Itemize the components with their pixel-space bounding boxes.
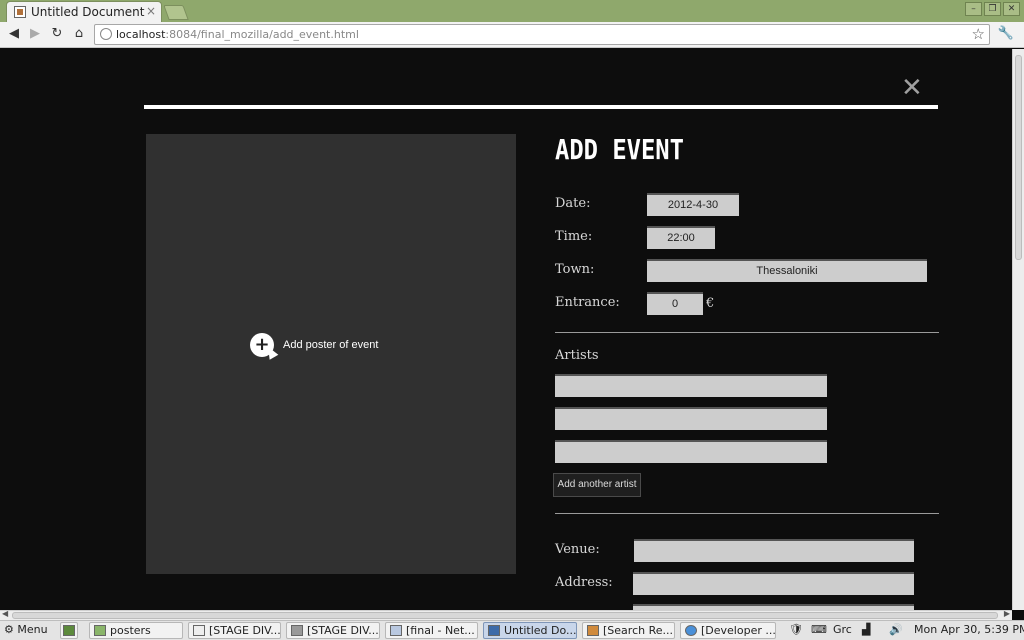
window-close-icon[interactable]: ✕ — [1003, 2, 1020, 16]
page-viewport: ✕ + Add poster of event ADD EVENT Date: … — [0, 49, 1012, 610]
poster-upload-area[interactable]: + Add poster of event — [146, 134, 516, 574]
close-dialog-icon[interactable]: ✕ — [901, 75, 923, 101]
artist-field-3[interactable] — [555, 440, 827, 463]
taskbar-item[interactable]: [final - Net... — [385, 622, 478, 639]
new-tab-button[interactable] — [163, 5, 189, 20]
taskbar-item[interactable]: posters — [89, 622, 183, 639]
volume-icon[interactable]: 🔊 — [889, 623, 903, 636]
page-favicon-icon — [14, 6, 26, 18]
currency-symbol: € — [706, 296, 715, 311]
desktop-taskbar: ⚙ Menu posters [STAGE DIV... [STAGE DIV.… — [0, 620, 1024, 640]
taskbar-item[interactable]: [STAGE DIV... — [286, 622, 380, 639]
window-controls: – ❐ ✕ — [965, 2, 1020, 16]
artists-label: Artists — [555, 348, 599, 363]
home-icon[interactable]: ⌂ — [71, 26, 87, 42]
address-field[interactable] — [633, 572, 914, 595]
restore-icon[interactable]: ❐ — [984, 2, 1001, 16]
taskbar-item[interactable]: [STAGE DIV... — [188, 622, 281, 639]
url-text[interactable]: localhost:8084/final_mozilla/add_event.h… — [116, 28, 359, 41]
vertical-scrollbar[interactable] — [1012, 49, 1024, 610]
tab-close-icon[interactable]: × — [146, 4, 156, 18]
venue-label: Venue: — [555, 542, 600, 557]
taskbar-item[interactable]: [Developer ... — [680, 622, 776, 639]
back-arrow-icon[interactable]: ◀ — [6, 26, 22, 42]
keyboard-layout[interactable]: Grc — [833, 623, 852, 636]
wrench-icon[interactable]: 🔧 — [998, 26, 1014, 41]
search-app-icon — [587, 625, 599, 636]
start-menu-button[interactable]: ⚙ Menu — [4, 623, 48, 636]
town-field[interactable]: Thessaloniki — [647, 259, 927, 282]
add-another-artist-button[interactable]: Add another artist — [553, 473, 641, 497]
clock[interactable]: Mon Apr 30, 5:39 PM — [914, 623, 1024, 636]
section-divider — [555, 513, 939, 514]
folder-icon — [94, 625, 106, 636]
chrome-icon — [685, 625, 697, 636]
dreamweaver-icon — [488, 625, 500, 636]
gear-icon: ⚙ — [4, 623, 14, 636]
address-label: Address: — [555, 575, 613, 590]
vertical-scroll-thumb[interactable] — [1015, 55, 1022, 260]
document-icon — [291, 625, 303, 636]
entrance-label: Entrance: — [555, 295, 620, 310]
date-field[interactable]: 2012-4-30 — [647, 193, 739, 216]
forward-arrow-icon[interactable]: ▶ — [27, 26, 43, 42]
browser-tab-strip: Untitled Document × – ❐ ✕ — [0, 0, 1024, 22]
network-icon[interactable]: ▟ — [862, 623, 870, 636]
mouse-cursor-icon — [263, 344, 279, 360]
header-divider — [144, 105, 938, 109]
taskbar-item[interactable]: [Search Re... — [582, 622, 675, 639]
page-title: ADD EVENT — [555, 133, 684, 166]
entrance-field[interactable]: 0 — [647, 292, 703, 315]
globe-icon — [100, 28, 112, 40]
document-icon — [193, 625, 205, 636]
horizontal-scrollbar[interactable]: ◀ ▶ — [0, 609, 1012, 620]
taskbar-item-active[interactable]: Untitled Do... — [483, 622, 577, 639]
browser-tab[interactable]: Untitled Document × — [6, 1, 162, 22]
show-desktop-icon[interactable] — [60, 622, 78, 639]
town-label: Town: — [555, 262, 595, 277]
netbeans-icon — [390, 625, 402, 636]
artist-field-2[interactable] — [555, 407, 827, 430]
shield-icon[interactable]: 🛡 — [789, 623, 803, 636]
browser-toolbar: ◀ ▶ ↻ ⌂ localhost:8084/final_mozilla/add… — [0, 22, 1024, 48]
scroll-left-icon[interactable]: ◀ — [2, 609, 8, 618]
reload-icon[interactable]: ↻ — [49, 26, 65, 42]
add-poster-label[interactable]: Add poster of event — [283, 339, 378, 351]
address-bar[interactable]: localhost:8084/final_mozilla/add_event.h… — [94, 24, 990, 45]
time-field[interactable]: 22:00 — [647, 226, 715, 249]
section-divider — [555, 332, 939, 333]
horizontal-scroll-thumb[interactable] — [12, 612, 998, 619]
tab-title: Untitled Document — [31, 5, 145, 19]
artist-field-1[interactable] — [555, 374, 827, 397]
date-label: Date: — [555, 196, 591, 211]
scroll-right-icon[interactable]: ▶ — [1004, 609, 1010, 618]
star-icon[interactable]: ☆ — [972, 25, 985, 43]
time-label: Time: — [555, 229, 593, 244]
keyboard-icon[interactable]: ⌨ — [811, 623, 827, 636]
venue-field[interactable] — [634, 539, 914, 562]
minimize-icon[interactable]: – — [965, 2, 982, 16]
